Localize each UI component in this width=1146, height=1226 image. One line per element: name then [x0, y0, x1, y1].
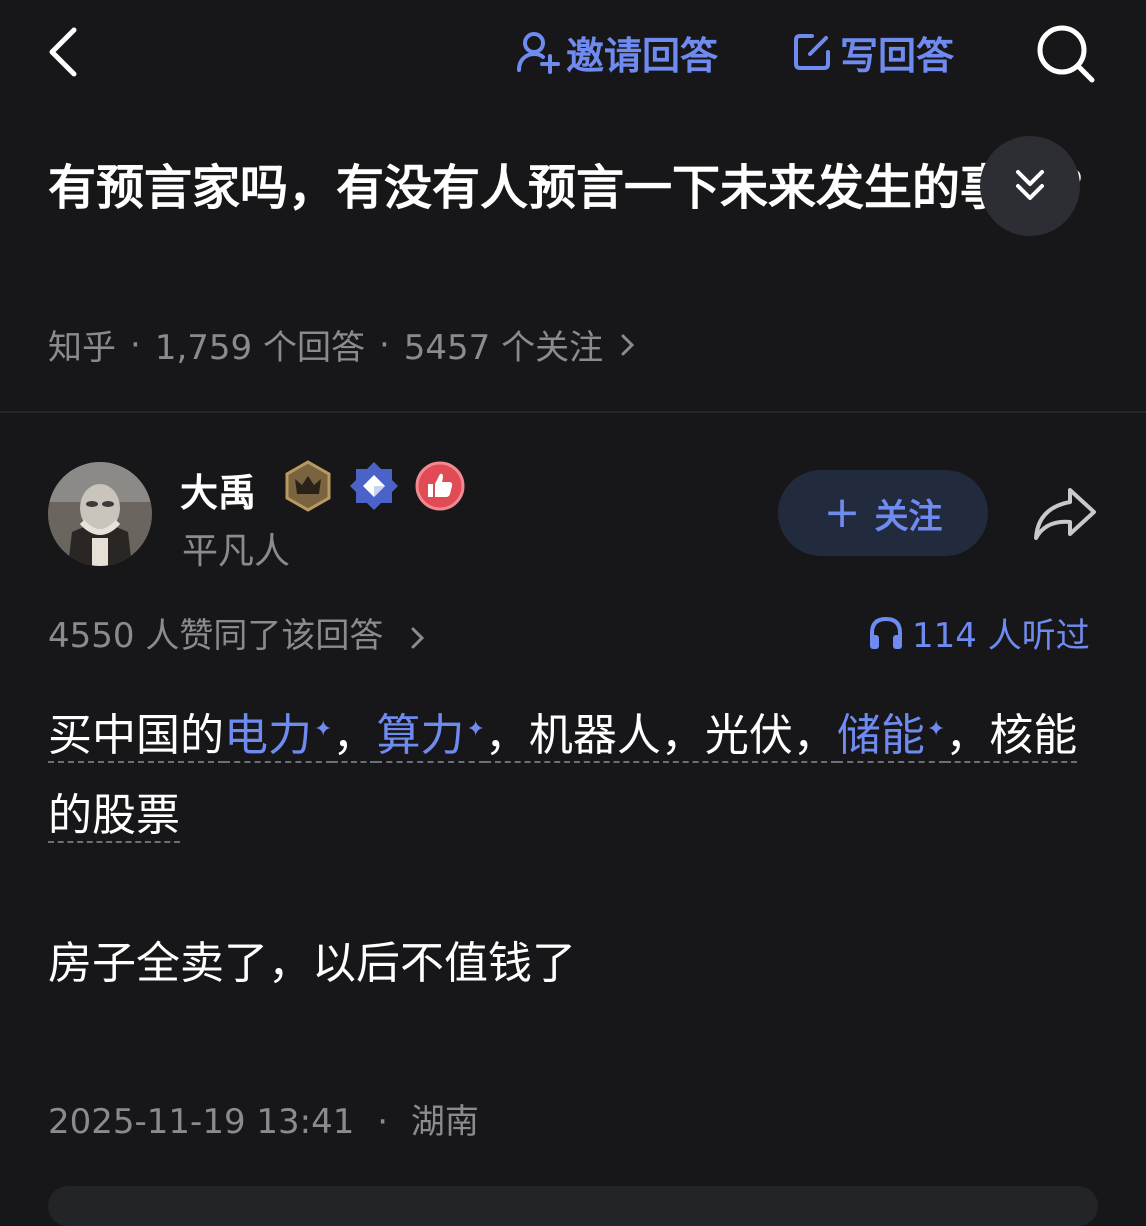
chevron-right-icon [621, 334, 635, 355]
follow-button[interactable]: + 关注 [778, 470, 988, 556]
author-name[interactable]: 大禹 [180, 462, 256, 517]
author-bio: 平凡人 [182, 531, 291, 572]
write-answer-label: 写回答 [840, 33, 955, 78]
question-title[interactable]: 有预言家吗，有没有人预言一下未来发生的事情? [48, 150, 1098, 226]
keyword-link-energy-storage[interactable]: 储能✦ [836, 710, 946, 763]
source-label: 知乎 [48, 328, 116, 368]
search-button[interactable] [1034, 22, 1098, 86]
text-segment: ，机器人，光伏， [484, 710, 837, 763]
text-segment: 买中国的 [48, 710, 224, 763]
text-segment: ， [332, 710, 377, 763]
avatar-image [48, 462, 152, 566]
keyword-link-computing[interactable]: 算力✦ [376, 710, 485, 763]
listen-count: 114 人听过 [912, 616, 1090, 656]
invite-answer-label: 邀请回答 [566, 33, 719, 78]
section-divider [0, 411, 1146, 413]
bottom-comment-bar[interactable] [48, 1186, 1098, 1226]
avatar[interactable] [48, 462, 152, 566]
back-button[interactable] [40, 22, 88, 82]
answer-location: 湖南 [410, 1102, 479, 1142]
keyword-link-electricity[interactable]: 电力✦ [224, 710, 333, 763]
followers-count: 5457 个关注 [403, 328, 604, 368]
plus-icon: + [823, 487, 861, 538]
answer-paragraph-2: 房子全卖了，以后不值钱了 [48, 938, 576, 989]
follow-label: 关注 [874, 496, 943, 537]
thumbs-up-badge-icon[interactable] [414, 460, 466, 516]
separator-dot: · [130, 324, 141, 365]
answers-count: 1,759 个回答 [154, 328, 365, 368]
votes-label: 4550 人赞同了该回答 [48, 616, 384, 656]
chevron-left-icon [49, 27, 77, 77]
answer-meta: 2025-11-19 13:41 · 湖南 [48, 1094, 479, 1143]
separator-dot: · [377, 1102, 389, 1142]
crown-badge-icon[interactable] [282, 460, 334, 516]
listen-button[interactable]: 114 人听过 [868, 608, 1090, 657]
sparkle-icon: ✦ [314, 717, 333, 742]
sparkle-icon: ✦ [466, 717, 485, 742]
chevron-right-icon [411, 627, 425, 648]
sparkle-icon: ✦ [926, 717, 946, 742]
invite-answer-button[interactable]: 邀请回答 [516, 26, 718, 78]
author-badges [282, 460, 480, 516]
diamond-badge-icon[interactable] [348, 460, 400, 516]
share-button[interactable] [1030, 484, 1100, 544]
search-icon [1037, 25, 1095, 83]
answer-date: 2025-11-19 13:41 [48, 1102, 355, 1142]
collapse-button[interactable] [980, 136, 1080, 236]
separator-dot: · [378, 324, 390, 365]
share-arrow-icon [1034, 488, 1096, 540]
write-answer-button[interactable]: 写回答 [790, 26, 954, 78]
votes-count[interactable]: 4550 人赞同了该回答 [48, 608, 432, 657]
double-chevron-down-icon [1016, 170, 1044, 200]
question-meta[interactable]: 知乎 · 1,759 个回答 · 5457 个关注 [48, 320, 643, 369]
edit-icon [794, 34, 830, 70]
answer-paragraph-1: 买中国的电力✦，算力✦，机器人，光伏，储能✦，核能的股票 [48, 696, 1108, 856]
user-plus-icon [517, 32, 560, 74]
headphones-icon [870, 616, 902, 649]
